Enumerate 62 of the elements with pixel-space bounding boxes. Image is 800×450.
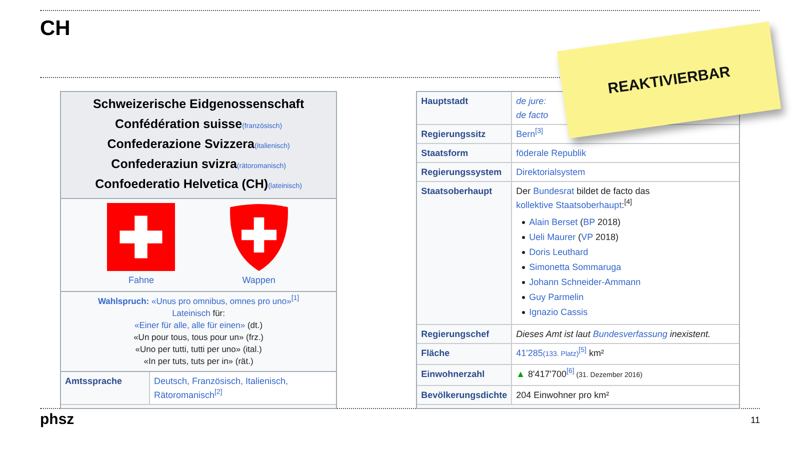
link[interactable]: Guy Parmelin <box>529 292 584 302</box>
link[interactable]: de facto <box>516 110 548 120</box>
link[interactable]: VP <box>581 232 593 242</box>
motto-text: «Uno per tutti, tutti per uno» (ital.) <box>135 344 262 354</box>
link[interactable]: Alain Berset <box>529 217 578 227</box>
motto-text: «In per tuts, tuts per in» (rät.) <box>144 356 254 366</box>
list-text: ( <box>577 232 582 242</box>
motto-text: «Un pour tous, tous pour un» (frz.) <box>134 332 264 342</box>
link[interactable]: [5] <box>578 348 586 358</box>
link[interactable]: Lateinisch <box>172 308 210 318</box>
bullet-icon <box>522 311 526 314</box>
link[interactable]: Wahlspruch: «Unus pro omnibus, omnes pro uno»$^{[1]}$ <box>98 296 300 306</box>
cell-text: 204 Einwohner pro km² <box>516 390 610 400</box>
link[interactable]: BP <box>583 217 595 227</box>
logo: phsz <box>40 411 74 428</box>
cell-text: :$^{[4]}$ <box>622 200 632 210</box>
bullet-icon <box>522 251 526 254</box>
page-number: 11 <box>750 414 760 424</box>
motto-text: (dt.) <box>246 320 263 330</box>
emblem-caption-link[interactable]: Fahne <box>128 275 154 285</box>
increase-icon: ▲ <box>516 369 526 379</box>
link[interactable]: «Einer für alle, alle für einen» <box>134 320 246 330</box>
link[interactable]: Ignazio Cassis <box>529 307 588 317</box>
link[interactable]: föderale Republik <box>516 148 586 158</box>
list-text: 2018) <box>594 232 619 242</box>
row-label: Einwohnerzahl <box>417 364 512 386</box>
row-label: Bevölkerungsdichte <box>417 386 512 404</box>
link[interactable]: Bern$^{[3]}$ <box>516 129 543 139</box>
shield-icon <box>228 203 290 271</box>
link[interactable]: Ueli Maurer <box>529 232 576 242</box>
row-label: Staatsform <box>417 144 512 162</box>
bullet-icon <box>522 236 526 239</box>
cell-text: 8'417'700 <box>528 369 567 379</box>
bullet-icon <box>522 281 526 284</box>
link[interactable]: Direktorialsystem <box>516 167 586 177</box>
link[interactable]: Johann Schneider-Ammann <box>529 277 641 287</box>
country-name: Schweizerische Eidgenossenschaft <box>92 96 306 113</box>
link[interactable]: 41'285 <box>516 348 543 358</box>
list-text: ( <box>579 217 584 227</box>
emblem-caption-link[interactable]: Wappen <box>242 275 276 285</box>
link[interactable]: Bundesverfassung <box>592 329 668 339</box>
link[interactable]: kollektive Staatsoberhaupt <box>516 200 622 210</box>
cell-text: Dieses Amt ist laut <box>516 329 592 339</box>
cell-text: bildet de facto das <box>576 186 650 196</box>
motto-text: für: <box>212 308 226 318</box>
link[interactable]: Simonetta Sommaruga <box>529 262 622 272</box>
cell-text: inexistent. <box>668 329 710 339</box>
row-label: Regierungssitz <box>417 124 512 144</box>
link[interactable]: de jure: <box>516 96 546 106</box>
flag-icon <box>107 203 176 271</box>
cell-text: Der <box>516 186 532 196</box>
link[interactable]: Bundesrat <box>533 186 574 196</box>
bullet-icon <box>522 296 526 299</box>
list-text: 2018) <box>596 217 621 227</box>
row-label: Regierungschef <box>417 324 512 344</box>
row-label: Fläche <box>417 344 512 364</box>
link[interactable]: Doris Leuthard <box>529 247 588 257</box>
bullet-icon <box>522 266 526 269</box>
link[interactable]: [6] <box>566 369 574 379</box>
row-label: Regierungssystem <box>417 162 512 182</box>
bullet-icon <box>522 221 526 224</box>
cell-text: km² <box>588 348 604 358</box>
